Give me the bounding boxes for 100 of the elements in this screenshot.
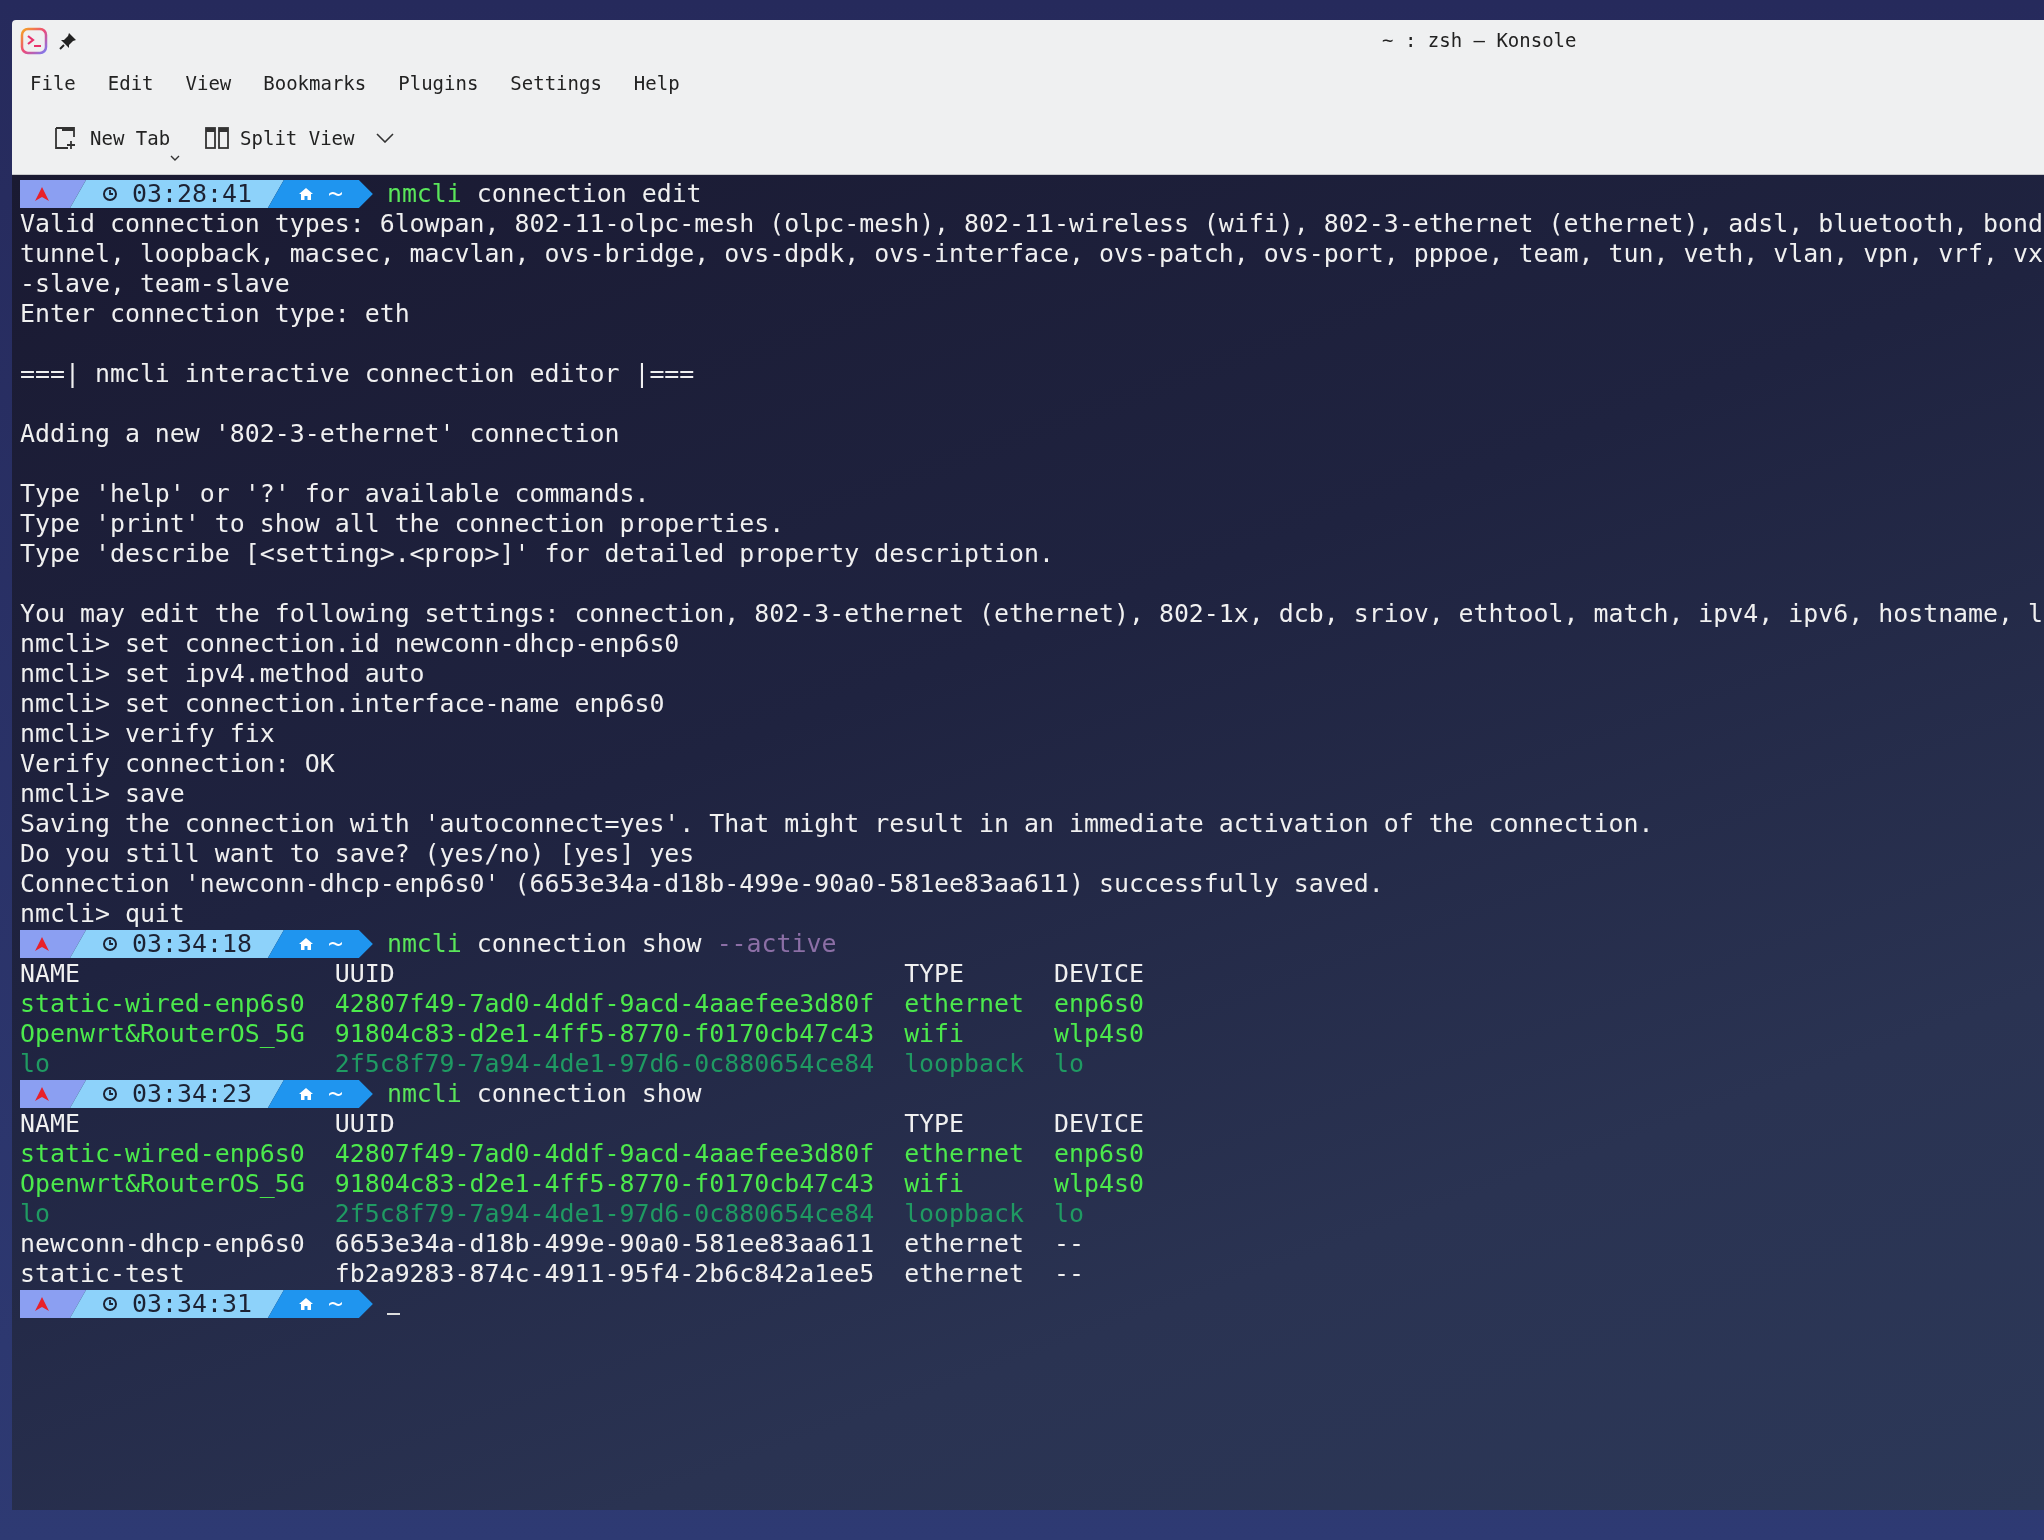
command-name: nmcli	[386, 179, 462, 209]
table-cell: 2f5c8f79-7a94-4de1-97d6-0c880654ce84	[334, 1049, 875, 1079]
menu-item[interactable]: View	[185, 72, 232, 102]
command-arguments: connection edit	[476, 179, 702, 209]
window-title: ~ : zsh — Konsole	[1382, 29, 1577, 51]
command-arguments: connection show	[476, 1079, 702, 1109]
table-cell: wlp4s0	[1053, 1019, 1144, 1049]
column-header: NAME	[20, 1109, 81, 1139]
home-icon	[297, 1086, 314, 1102]
table-cell: ethernet	[904, 1139, 1024, 1169]
arch-logo-icon	[34, 186, 50, 202]
output-line: Type 'print' to show all the connection properties.	[20, 509, 785, 539]
caret-icon[interactable]	[170, 155, 181, 161]
table-cell: loopback	[904, 1199, 1024, 1229]
output-line: Type 'describe [<setting>.<prop>]' for detailed property description.	[20, 539, 1054, 569]
output-line: tunnel, loopback, macsec, macvlan, ovs-bridge, ovs-dpdk, ovs-interface, ovs-patch, ovs-port, pppoe, team, tun, veth, vlan, vpn, vrf, vx	[20, 239, 2044, 269]
menu-item[interactable]: Plugins	[398, 72, 479, 102]
terminal-app-icon[interactable]	[20, 27, 48, 55]
table-cell-text: static-test	[20, 1259, 186, 1289]
output-line: nmcli> set connection.interface-name enp6s0	[20, 689, 665, 719]
output-line: Adding a new '802-3-ethernet' connection	[20, 419, 620, 449]
menu-item[interactable]: File	[30, 72, 76, 102]
output-line: Enter connection type: eth	[20, 299, 410, 329]
table-cell: static-wired-enp6s0	[20, 989, 305, 1019]
table-cell: Openwrt&RouterOS_5G	[20, 1169, 305, 1199]
clock-icon	[102, 186, 118, 202]
new-tab-button[interactable]: New Tab	[42, 119, 183, 157]
table-cell-text: lo	[20, 1199, 51, 1229]
command-arguments: connection show	[476, 929, 702, 959]
table-cell-text: lo	[20, 1049, 51, 1079]
arch-logo-icon	[34, 1086, 50, 1102]
table-cell: enp6s0	[1053, 1139, 1144, 1169]
split-view-icon	[204, 125, 231, 151]
arch-logo-icon	[34, 1296, 50, 1312]
pin-icon[interactable]	[58, 31, 78, 51]
output-line: Connection 'newconn-dhcp-enp6s0' (6653e34a-d18b-499e-90a0-581ee83aa611) successfully saved.	[20, 869, 1384, 899]
table-cell-text: wifi	[904, 1019, 966, 1049]
table-cell: loopback	[904, 1049, 1024, 1079]
table-cell: 91804c83-d2e1-4ff5-8770-f0170cb47c43	[334, 1019, 875, 1049]
output-line: You may edit the following settings: connection, 802-3-ethernet (ethernet), 802-1x, dcb, sriov, ethtool, match, ipv4, ipv6, hostname, l	[20, 599, 2044, 629]
menu-item[interactable]: Help	[633, 72, 680, 102]
menu-item[interactable]: Edit	[107, 72, 154, 102]
prompt-time: 03:34:18	[132, 929, 252, 959]
table-cell: 42807f49-7ad0-4ddf-9acd-4aaefee3d80f	[334, 989, 875, 1019]
prompt-directory: ~	[327, 179, 343, 209]
output-line: nmcli> quit	[20, 899, 185, 929]
column-header: DEVICE	[1053, 959, 1144, 989]
clock-icon	[102, 936, 118, 952]
prompt-directory: ~	[327, 1289, 343, 1319]
menu-item[interactable]: Settings	[510, 72, 602, 102]
output-line: Do you still want to save? (yes/no) [yes] yes	[20, 839, 695, 869]
prompt-directory: ~	[327, 929, 343, 959]
prompt-time: 03:34:31	[132, 1289, 252, 1319]
column-header: UUID	[334, 959, 396, 989]
table-cell: --	[1053, 1229, 1084, 1259]
output-line: nmcli> save	[20, 779, 185, 809]
command-name: nmcli	[386, 1079, 462, 1109]
output-line: Type 'help' or '?' for available commands.	[20, 479, 650, 509]
arch-logo-icon	[34, 936, 50, 952]
home-icon	[297, 936, 314, 952]
clock-icon	[102, 1086, 118, 1102]
table-cell: fb2a9283-874c-4911-95f4-2b6c842a1ee5	[334, 1259, 875, 1289]
output-line: nmcli> set connection.id newconn-dhcp-enp6s0	[20, 629, 680, 659]
output-line: Saving the connection with 'autoconnect=yes'. That might result in an immediate activation of the connection.	[20, 809, 1654, 839]
table-cell: 42807f49-7ad0-4ddf-9acd-4aaefee3d80f	[334, 1139, 875, 1169]
table-cell: Openwrt&RouterOS_5G	[20, 1019, 305, 1049]
table-cell: lo	[1053, 1049, 1084, 1079]
table-cell: --	[1053, 1259, 1084, 1289]
menu-item[interactable]: Bookmarks	[263, 72, 367, 102]
command-name: nmcli	[386, 929, 462, 959]
table-cell: ethernet	[904, 1259, 1024, 1289]
table-cell: wlp4s0	[1053, 1169, 1144, 1199]
output-line: Valid connection types: 6lowpan, 802-11-olpc-mesh (olpc-mesh), 802-11-wireless (wifi), 802-3-ethernet (ethernet), adsl, bluetooth, bond	[20, 209, 2044, 239]
table-cell: static-wired-enp6s0	[20, 1139, 305, 1169]
prompt-time: 03:34:23	[132, 1079, 252, 1109]
home-icon	[297, 186, 314, 202]
table-cell: 6653e34a-d18b-499e-90a0-581ee83aa611	[334, 1229, 875, 1259]
clock-icon	[102, 1296, 118, 1312]
table-cell: ethernet	[904, 989, 1024, 1019]
output-line: ===| nmcli interactive connection editor |===	[20, 359, 695, 389]
chevron-down-icon[interactable]	[376, 133, 395, 143]
table-cell: enp6s0	[1053, 989, 1144, 1019]
table-cell-text: wifi	[904, 1169, 966, 1199]
home-icon	[297, 1296, 314, 1312]
column-header: NAME	[20, 959, 81, 989]
column-header: UUID	[334, 1109, 396, 1139]
output-line: nmcli> set ipv4.method auto	[20, 659, 425, 689]
output-line: Verify connection: OK	[20, 749, 335, 779]
table-cell: ethernet	[904, 1229, 1024, 1259]
table-cell: newconn-dhcp-enp6s0	[20, 1229, 305, 1259]
table-cell: lo	[1053, 1199, 1084, 1229]
output-line: -slave, team-slave	[20, 269, 290, 299]
column-header: DEVICE	[1053, 1109, 1144, 1139]
split-view-button[interactable]: Split View	[192, 119, 367, 157]
prompt-time: 03:28:41	[132, 179, 252, 209]
command-option-text: --active	[716, 929, 837, 959]
output-line: nmcli> verify fix	[20, 719, 275, 749]
column-header: TYPE	[904, 1109, 966, 1139]
prompt-directory: ~	[327, 1079, 343, 1109]
table-cell: 91804c83-d2e1-4ff5-8770-f0170cb47c43	[334, 1169, 875, 1199]
